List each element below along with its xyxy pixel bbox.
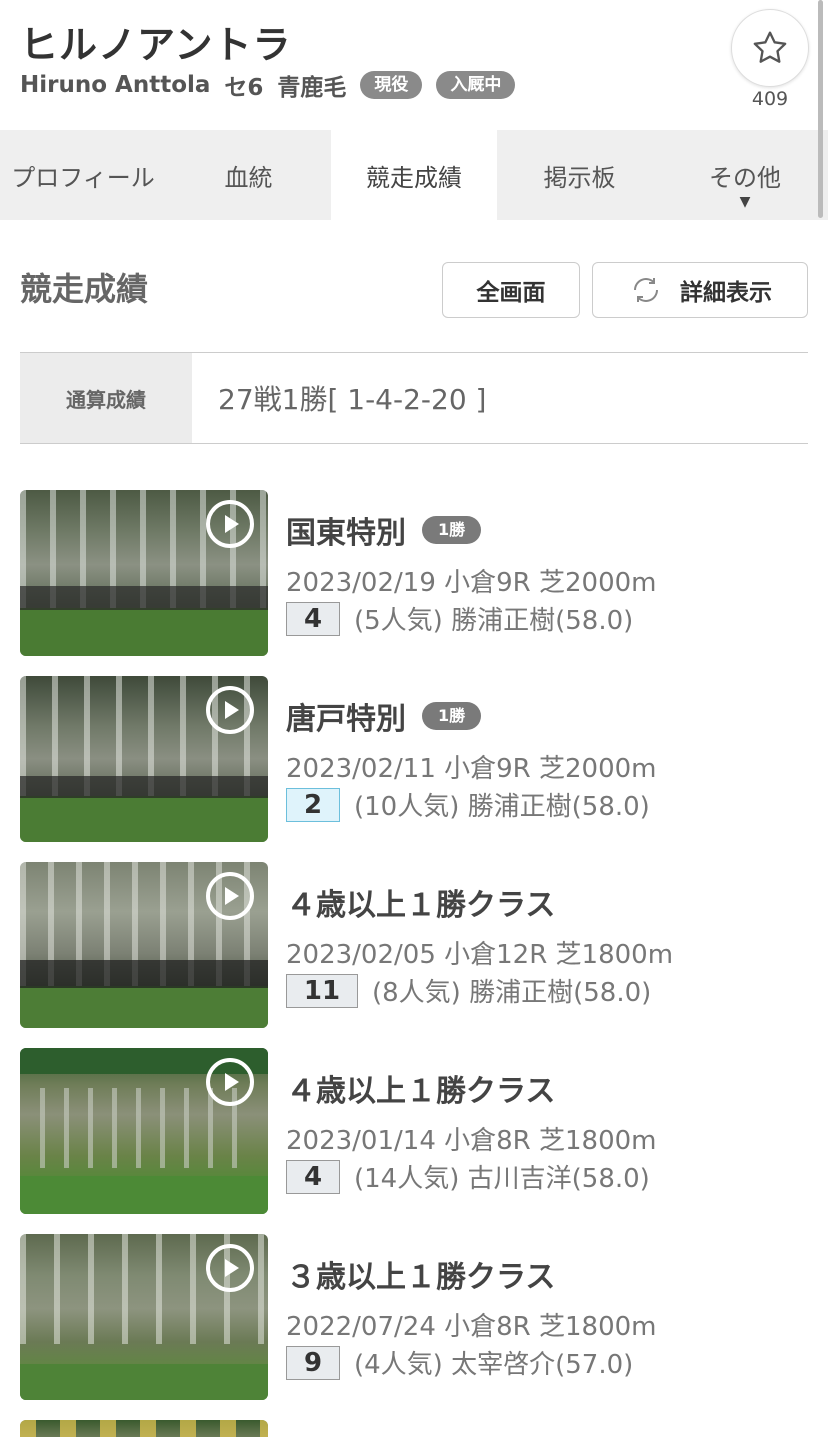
race-title: ４歳以上１勝クラス bbox=[286, 1066, 555, 1110]
fullscreen-button[interactable]: 全画面 bbox=[442, 262, 580, 318]
race-popularity-jockey: (8人気) 勝浦正樹(58.0) bbox=[372, 978, 652, 1008]
section-title: 競走成績 bbox=[20, 270, 149, 308]
race-class-badge: 1勝 bbox=[422, 702, 482, 730]
fullscreen-label: 全画面 bbox=[476, 280, 546, 306]
race-item[interactable]: 国東特別 1勝 2023/02/19 小倉9R 芝2000m 4 (5人気) 勝… bbox=[20, 490, 810, 656]
race-video-thumbnail[interactable] bbox=[20, 676, 268, 842]
summary-label: 通算成績 bbox=[20, 353, 192, 443]
status-badge-active: 現役 bbox=[360, 71, 423, 99]
race-result: 11 (8人気) 勝浦正樹(58.0) bbox=[286, 972, 651, 1009]
tab-label: プロフィール bbox=[11, 163, 155, 192]
tab-profile[interactable]: プロフィール bbox=[0, 130, 166, 220]
star-icon bbox=[753, 31, 787, 63]
race-name: 国東特別 bbox=[286, 516, 406, 551]
race-title: 国東特別 1勝 bbox=[286, 508, 482, 552]
detail-view-button[interactable]: 詳細表示 bbox=[592, 262, 808, 318]
caret-down-icon: ▼ bbox=[739, 194, 751, 210]
race-item[interactable]: ４歳以上１勝クラス 2023/02/05 小倉12R 芝1800m 11 (8人… bbox=[20, 862, 810, 1028]
race-name: 唐戸特別 bbox=[286, 702, 406, 737]
race-result: 9 (4人気) 太宰啓介(57.0) bbox=[286, 1344, 633, 1381]
play-icon bbox=[206, 1058, 254, 1106]
tab-label: 血統 bbox=[224, 163, 273, 192]
race-popularity-jockey: (14人気) 古川吉洋(58.0) bbox=[354, 1164, 650, 1194]
race-video-thumbnail[interactable] bbox=[20, 1234, 268, 1400]
race-popularity-jockey: (5人気) 勝浦正樹(58.0) bbox=[354, 606, 634, 636]
tab-label: 掲示板 bbox=[543, 163, 616, 192]
race-item[interactable]: ３歳以上１勝クラス 2022/07/24 小倉8R 芝1800m 9 (4人気)… bbox=[20, 1234, 810, 1400]
tab-bar: プロフィール 血統 競走成績 掲示板 その他 ▼ bbox=[0, 130, 828, 220]
race-title: ３歳以上１勝クラス bbox=[286, 1252, 555, 1296]
race-result: 4 (5人気) 勝浦正樹(58.0) bbox=[286, 600, 633, 637]
play-icon bbox=[206, 500, 254, 548]
race-video-thumbnail[interactable] bbox=[20, 862, 268, 1028]
detail-view-label: 詳細表示 bbox=[680, 280, 772, 306]
race-info: 2023/02/11 小倉9R 芝2000m bbox=[286, 754, 657, 784]
race-popularity-jockey: (10人気) 勝浦正樹(58.0) bbox=[354, 792, 650, 822]
horse-name: ヒルノアントラ bbox=[20, 23, 292, 67]
race-item[interactable]: 唐戸特別 1勝 2023/02/11 小倉9R 芝2000m 2 (10人気) … bbox=[20, 676, 810, 842]
race-video-thumbnail[interactable] bbox=[20, 490, 268, 656]
race-info: 2022/07/24 小倉8R 芝1800m bbox=[286, 1312, 657, 1342]
tab-pedigree[interactable]: 血統 bbox=[166, 130, 331, 220]
tab-other[interactable]: その他 ▼ bbox=[662, 130, 828, 220]
race-class-badge: 1勝 bbox=[422, 516, 482, 544]
finish-position: 2 bbox=[286, 787, 340, 822]
refresh-icon bbox=[634, 278, 658, 302]
favorite-count: 409 bbox=[751, 88, 789, 110]
tab-label: 競走成績 bbox=[366, 163, 462, 192]
horse-romaji: Hiruno Anttola bbox=[20, 72, 211, 98]
summary-value: 27戦1勝[ 1-4-2-20 ] bbox=[218, 383, 487, 416]
play-icon bbox=[206, 1244, 254, 1292]
race-title: 唐戸特別 1勝 bbox=[286, 694, 482, 738]
status-badge-stable: 入厩中 bbox=[436, 71, 516, 99]
tab-race-results[interactable]: 競走成績 bbox=[331, 130, 497, 220]
horse-header: ヒルノアントラ Hiruno Anttola セ6 青鹿毛 現役 入厩中 409 bbox=[0, 0, 828, 130]
race-info: 2023/01/14 小倉8R 芝1800m bbox=[286, 1126, 657, 1156]
horse-sex-age: セ6 bbox=[224, 75, 264, 101]
race-info: 2023/02/19 小倉9R 芝2000m bbox=[286, 568, 657, 598]
race-name: ３歳以上１勝クラス bbox=[286, 1260, 556, 1295]
race-result: 2 (10人気) 勝浦正樹(58.0) bbox=[286, 786, 650, 823]
finish-position: 11 bbox=[286, 973, 358, 1008]
tab-board[interactable]: 掲示板 bbox=[497, 130, 662, 220]
race-title: ４歳以上１勝クラス bbox=[286, 880, 555, 924]
play-icon bbox=[206, 872, 254, 920]
horse-coat: 青鹿毛 bbox=[277, 75, 347, 101]
finish-position: 9 bbox=[286, 1345, 340, 1380]
race-video-thumbnail-partial[interactable] bbox=[20, 1420, 268, 1437]
race-name: ４歳以上１勝クラス bbox=[286, 888, 556, 923]
finish-position: 4 bbox=[286, 601, 340, 636]
favorite-button[interactable] bbox=[731, 9, 809, 87]
race-name: ４歳以上１勝クラス bbox=[286, 1074, 556, 1109]
horse-subtitle: Hiruno Anttola セ6 青鹿毛 現役 入厩中 bbox=[20, 68, 516, 102]
race-item[interactable]: ４歳以上１勝クラス 2023/01/14 小倉8R 芝1800m 4 (14人気… bbox=[20, 1048, 810, 1214]
race-popularity-jockey: (4人気) 太宰啓介(57.0) bbox=[354, 1350, 634, 1380]
career-summary: 通算成績 27戦1勝[ 1-4-2-20 ] bbox=[20, 352, 808, 444]
race-result: 4 (14人気) 古川吉洋(58.0) bbox=[286, 1158, 650, 1195]
play-icon bbox=[206, 686, 254, 734]
tab-label: その他 bbox=[709, 163, 781, 192]
scrollbar[interactable] bbox=[818, 0, 823, 218]
finish-position: 4 bbox=[286, 1159, 340, 1194]
race-video-thumbnail[interactable] bbox=[20, 1048, 268, 1214]
race-info: 2023/02/05 小倉12R 芝1800m bbox=[286, 940, 674, 970]
